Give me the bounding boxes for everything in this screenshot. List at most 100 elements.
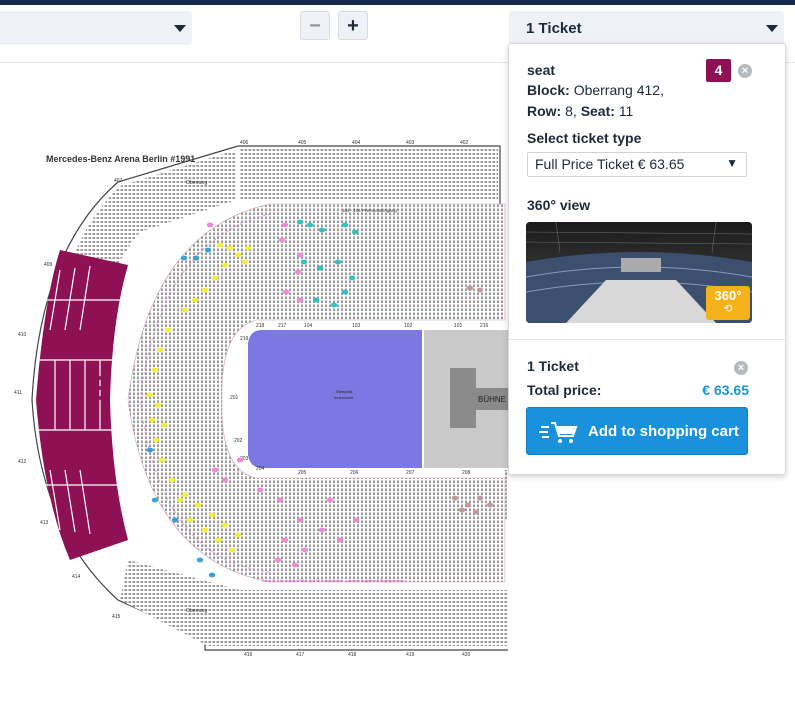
view-360-badge: 360° ⟲ xyxy=(706,286,750,320)
available-seat[interactable] xyxy=(151,367,159,373)
available-seat[interactable] xyxy=(181,492,189,498)
available-seat[interactable] xyxy=(296,297,304,303)
available-seat[interactable] xyxy=(341,222,349,228)
zoom-in-button[interactable]: + xyxy=(338,11,368,40)
available-seat[interactable] xyxy=(146,392,154,398)
available-seat[interactable] xyxy=(206,222,214,228)
available-seat[interactable] xyxy=(148,417,156,423)
available-seat[interactable] xyxy=(234,532,242,538)
available-seat[interactable] xyxy=(294,269,302,275)
available-seat[interactable] xyxy=(458,507,466,513)
block-right-upper[interactable] xyxy=(505,470,508,585)
available-seat[interactable] xyxy=(281,537,289,543)
ticket-count-select[interactable]: 1 Ticket xyxy=(509,11,784,45)
available-seat[interactable] xyxy=(296,219,304,225)
available-seat[interactable] xyxy=(160,422,168,428)
available-seat[interactable] xyxy=(276,497,284,503)
available-seat[interactable] xyxy=(476,495,484,501)
available-seat[interactable] xyxy=(336,537,344,543)
available-seat[interactable] xyxy=(464,502,472,508)
available-seat[interactable] xyxy=(228,547,236,553)
available-seat[interactable] xyxy=(156,347,164,353)
available-seat[interactable] xyxy=(208,572,216,578)
available-seat[interactable] xyxy=(236,457,244,463)
available-seat[interactable] xyxy=(241,259,249,265)
available-seat[interactable] xyxy=(278,237,286,243)
category-select[interactable] xyxy=(0,11,192,45)
available-seat[interactable] xyxy=(171,517,179,523)
remove-seat-icon[interactable]: × xyxy=(738,64,752,78)
ticket-type-select[interactable]: Full Price Ticket € 63.65 ▼ xyxy=(527,152,747,177)
available-seat[interactable] xyxy=(152,437,160,443)
available-seat[interactable] xyxy=(476,287,484,293)
available-seat[interactable] xyxy=(216,242,224,248)
available-seat[interactable] xyxy=(194,502,202,508)
zoom-out-button[interactable]: − xyxy=(300,11,330,40)
available-seat[interactable] xyxy=(221,262,229,268)
available-seat[interactable] xyxy=(94,375,102,381)
available-seat[interactable] xyxy=(158,457,166,463)
available-seat[interactable] xyxy=(196,557,204,563)
available-seat[interactable] xyxy=(256,487,264,493)
available-seat[interactable] xyxy=(351,229,359,235)
available-seat[interactable] xyxy=(191,297,199,303)
available-seat[interactable] xyxy=(186,517,194,523)
available-seat[interactable] xyxy=(282,289,290,295)
available-seat[interactable] xyxy=(146,447,154,453)
available-seat[interactable] xyxy=(234,252,242,258)
available-seat[interactable] xyxy=(244,245,252,251)
available-seat[interactable] xyxy=(221,522,229,528)
available-seat[interactable] xyxy=(181,307,189,313)
available-seat[interactable] xyxy=(330,302,338,308)
seat-map[interactable]: Mercedes-Benz Arena Berlin #1991 Stehpla… xyxy=(0,63,508,703)
available-seat[interactable] xyxy=(221,477,229,483)
premium-entrance-label: 104 - 101 PremiumEingang xyxy=(342,208,397,213)
block-left-sold[interactable] xyxy=(36,250,128,560)
available-seat[interactable] xyxy=(348,275,356,281)
available-seat[interactable] xyxy=(211,275,219,281)
add-to-cart-button[interactable]: Add to shopping cart xyxy=(526,407,748,455)
available-seat[interactable] xyxy=(154,402,162,408)
available-seat[interactable] xyxy=(204,247,212,253)
available-seat[interactable] xyxy=(316,265,324,271)
available-seat[interactable] xyxy=(281,222,289,228)
available-seat[interactable] xyxy=(168,477,176,483)
available-seat[interactable] xyxy=(88,389,96,395)
view-360-thumbnail[interactable]: 360° ⟲ xyxy=(526,222,752,323)
available-seat[interactable] xyxy=(352,517,360,523)
available-seat[interactable] xyxy=(201,527,209,533)
available-seat[interactable] xyxy=(472,509,480,515)
available-seat[interactable] xyxy=(451,495,459,501)
block-label-204: 204 xyxy=(256,466,265,472)
available-seat[interactable] xyxy=(326,497,334,503)
available-seat[interactable] xyxy=(211,467,219,473)
available-seat[interactable] xyxy=(274,557,282,563)
remove-ticket-icon[interactable]: × xyxy=(734,361,748,375)
available-seat[interactable] xyxy=(201,287,209,293)
available-seat[interactable] xyxy=(208,512,216,518)
available-seat[interactable] xyxy=(151,497,159,503)
block-line: Block: Oberrang 412, xyxy=(527,82,664,98)
available-seat[interactable] xyxy=(312,297,320,303)
available-seat[interactable] xyxy=(318,227,326,233)
block-top-upper[interactable] xyxy=(240,148,498,200)
available-seat[interactable] xyxy=(214,537,222,543)
available-seat[interactable] xyxy=(180,255,188,261)
available-seat[interactable] xyxy=(296,517,304,523)
available-seat[interactable] xyxy=(98,395,106,401)
available-seat[interactable] xyxy=(486,502,494,508)
available-seat[interactable] xyxy=(334,259,342,265)
available-seat[interactable] xyxy=(466,285,474,291)
available-seat[interactable] xyxy=(300,259,308,265)
available-seat[interactable] xyxy=(296,252,304,258)
available-seat[interactable] xyxy=(301,547,309,553)
available-seat[interactable] xyxy=(94,385,102,391)
available-seat[interactable] xyxy=(164,327,172,333)
available-seat[interactable] xyxy=(341,289,349,295)
available-seat[interactable] xyxy=(226,245,234,251)
available-seat[interactable] xyxy=(176,497,184,503)
available-seat[interactable] xyxy=(192,255,200,261)
available-seat[interactable] xyxy=(291,562,299,568)
available-seat[interactable] xyxy=(318,527,326,533)
available-seat[interactable] xyxy=(306,222,314,228)
